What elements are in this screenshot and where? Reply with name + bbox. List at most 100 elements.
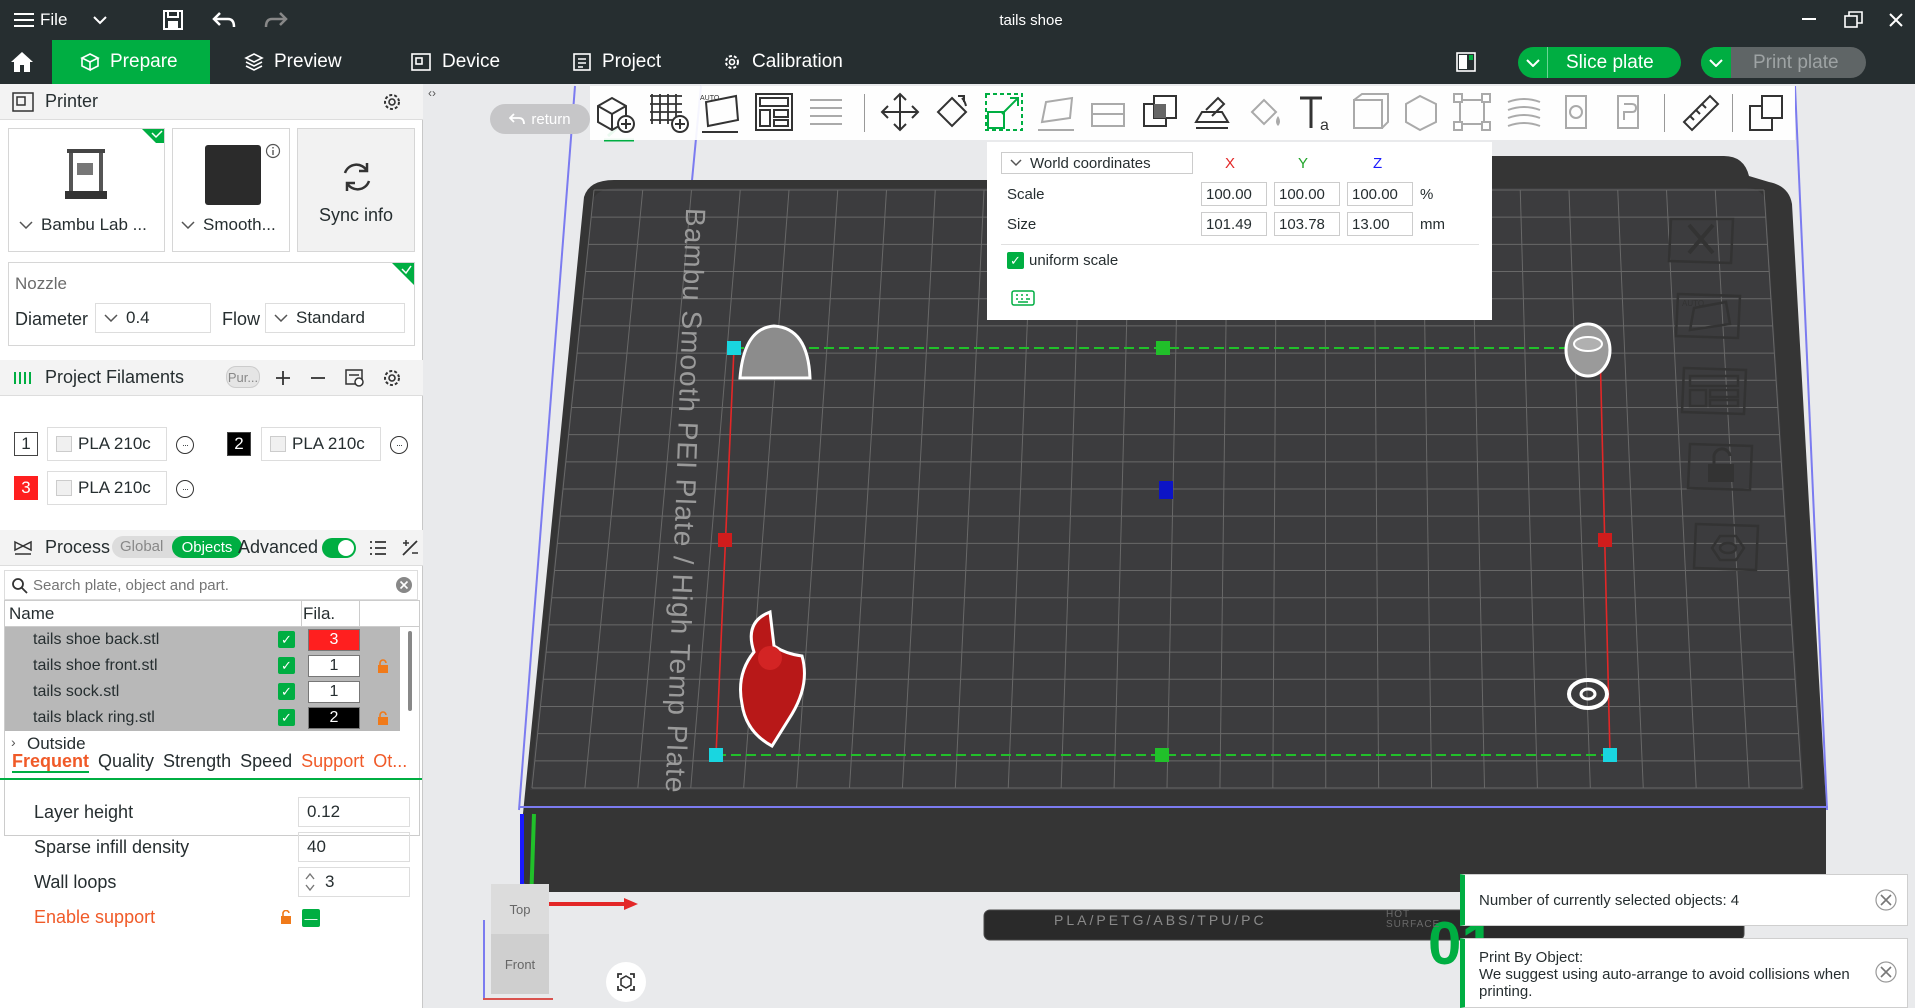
sparse-infill-input[interactable]: 40 (298, 832, 410, 862)
keyboard-icon[interactable] (1011, 290, 1035, 306)
split-parts-icon[interactable] (1746, 92, 1788, 134)
tab-calibration[interactable]: Calibration (722, 40, 843, 84)
lock-icon[interactable] (377, 711, 389, 725)
multi-device-icon[interactable] (1455, 51, 1477, 78)
enable-support-checkbox[interactable]: — (302, 909, 320, 927)
object-filament[interactable]: 1 (308, 681, 360, 703)
object-row[interactable]: tails shoe back.stl ✓ 3 (5, 627, 400, 653)
cut-icon[interactable] (1088, 92, 1130, 134)
print-plate-button[interactable]: Print plate (1701, 47, 1866, 78)
filament-select[interactable]: PLA 210c (47, 471, 167, 505)
move-icon[interactable] (880, 92, 922, 134)
size-z-input[interactable]: 13.00 (1347, 212, 1413, 236)
global-option[interactable]: Global (120, 538, 163, 555)
seam-icon[interactable] (1556, 92, 1598, 134)
tab-quality[interactable]: Quality (98, 751, 154, 771)
tab-prepare[interactable]: Prepare (52, 40, 210, 84)
more-icon[interactable]: ··· (176, 436, 194, 454)
restore-icon[interactable] (1844, 0, 1864, 40)
slice-plate-button[interactable]: Slice plate (1518, 47, 1681, 78)
checkbox-icon[interactable]: ✓ (278, 657, 295, 674)
view-cube-top[interactable]: Top (491, 884, 549, 934)
minimize-icon[interactable] (1802, 0, 1818, 40)
menu-dropdown-icon[interactable] (92, 0, 108, 40)
sync-filament-icon[interactable] (344, 368, 366, 388)
coordinate-system-select[interactable]: World coordinates (1001, 152, 1193, 174)
assembly-icon[interactable] (1608, 92, 1650, 134)
tab-preview[interactable]: Preview (244, 40, 342, 84)
checkbox-icon[interactable]: ✓ (278, 709, 295, 726)
scale-x-input[interactable]: 100.00 (1201, 182, 1267, 206)
search-input[interactable] (33, 574, 383, 596)
compare-icon[interactable] (400, 538, 420, 558)
scale-icon[interactable] (984, 92, 1026, 134)
object-filament[interactable]: 1 (308, 655, 360, 677)
object-search[interactable] (4, 570, 418, 600)
info-icon[interactable] (265, 143, 281, 159)
flow-select[interactable]: Standard (265, 303, 405, 333)
measure-disabled-icon[interactable] (1348, 92, 1390, 134)
more-icon[interactable]: ··· (176, 480, 194, 498)
scale-y-input[interactable]: 100.00 (1274, 182, 1340, 206)
object-row[interactable]: tails black ring.stl ✓ 2 (5, 705, 400, 731)
object-row[interactable]: tails sock.stl ✓ 1 (5, 679, 400, 705)
file-menu[interactable]: File (14, 0, 67, 40)
view-cube[interactable]: Top Front (467, 884, 553, 1002)
delete-all-icon[interactable] (1665, 213, 1739, 267)
chevron-down-icon[interactable] (1701, 47, 1731, 78)
size-x-input[interactable]: 101.49 (1201, 212, 1267, 236)
auto-orient-icon[interactable]: AUTO (700, 92, 742, 134)
view-cube-front[interactable]: Front (491, 934, 549, 994)
object-filament[interactable]: 2 (308, 707, 360, 729)
scale-z-input[interactable]: 100.00 (1347, 182, 1413, 206)
filament-select[interactable]: PLA 210c (261, 427, 381, 461)
collapse-sidebar-icon[interactable]: ‹› (428, 86, 436, 100)
clear-search-icon[interactable] (395, 576, 413, 594)
redo-icon[interactable] (264, 0, 288, 40)
return-button[interactable]: return (490, 104, 590, 134)
filament-settings-icon[interactable] (382, 368, 402, 388)
printer-selector[interactable]: Bambu Lab ... (8, 128, 165, 252)
checkbox-icon[interactable]: ✓ (278, 683, 295, 700)
list-icon[interactable] (368, 539, 388, 557)
fix-model-icon[interactable] (1452, 92, 1494, 134)
close-notification-icon[interactable] (1875, 889, 1897, 911)
close-icon[interactable] (1888, 0, 1904, 40)
home-button[interactable] (0, 40, 44, 84)
tab-device[interactable]: Device (410, 40, 500, 84)
global-objects-toggle[interactable]: Global Objects (112, 536, 242, 558)
object-row[interactable]: tails shoe front.stl ✓ 1 (5, 653, 400, 679)
checkbox-icon[interactable]: ✓ (278, 631, 295, 648)
lock-open-icon[interactable] (280, 910, 292, 924)
arrange-icon[interactable] (754, 92, 796, 134)
support-paint-icon[interactable] (1192, 92, 1234, 134)
add-plate-icon[interactable] (648, 92, 690, 134)
close-notification-icon[interactable] (1875, 961, 1897, 983)
filament-select[interactable]: PLA 210c (47, 427, 167, 461)
text-icon[interactable]: a (1296, 92, 1338, 134)
more-icon[interactable]: ··· (390, 436, 408, 454)
rotate-icon[interactable] (932, 92, 974, 134)
purge-button[interactable]: Pur... (226, 366, 260, 388)
camera-reset-button[interactable] (606, 962, 646, 1002)
layer-height-input[interactable]: 0.12 (298, 797, 410, 827)
plate-selector[interactable]: Smooth... (172, 128, 290, 252)
spinner-icon[interactable] (304, 871, 316, 893)
save-icon[interactable] (162, 0, 184, 40)
add-icon[interactable] (274, 369, 292, 387)
variable-layer-icon[interactable] (1504, 92, 1546, 134)
hollow-icon[interactable] (1400, 92, 1442, 134)
boolean-icon[interactable] (1140, 92, 1182, 134)
lock-icon[interactable] (377, 659, 389, 673)
tab-support[interactable]: Support (301, 751, 364, 771)
wall-loops-input[interactable]: 3 (298, 867, 410, 897)
tab-project[interactable]: Project (572, 40, 661, 84)
arrange-side-icon[interactable] (1678, 364, 1752, 418)
tab-speed[interactable]: Speed (240, 751, 292, 771)
advanced-toggle[interactable] (322, 538, 356, 558)
uniform-scale-checkbox[interactable]: ✓ (1007, 252, 1024, 269)
objects-option[interactable]: Objects (172, 536, 242, 558)
color-paint-icon[interactable] (1244, 92, 1286, 134)
ruler-icon[interactable] (1680, 92, 1722, 134)
add-object-icon[interactable] (594, 92, 636, 134)
